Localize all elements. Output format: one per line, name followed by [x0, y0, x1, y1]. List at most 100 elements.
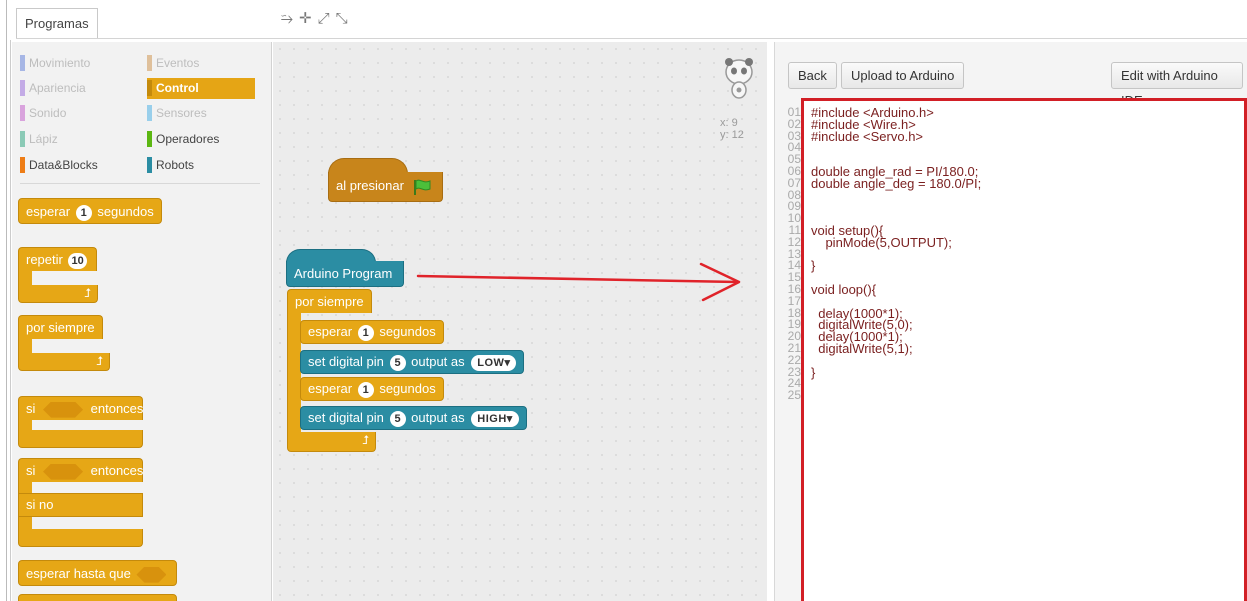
- code-editor[interactable]: #include <Arduino.h> #include <Wire.h> #in…: [811, 106, 982, 402]
- condition-slot[interactable]: [43, 402, 83, 418]
- grow-icon[interactable]: ⤢: [318, 10, 330, 28]
- block-palette: Movimiento Eventos Apariencia Control So…: [12, 42, 272, 601]
- x-coordinate: x: 9: [720, 117, 738, 129]
- block-number-input[interactable]: 10: [68, 252, 87, 269]
- block-number-input[interactable]: 1: [357, 324, 374, 341]
- category-color-bar: [147, 131, 152, 147]
- category-movimiento[interactable]: Movimiento: [20, 54, 90, 72]
- level-dropdown[interactable]: HIGH▾: [471, 410, 519, 427]
- arduino-program-hat[interactable]: Arduino Program: [286, 261, 404, 287]
- dropdown-value: HIGH: [477, 412, 507, 425]
- block-number-input[interactable]: 5: [389, 410, 406, 427]
- upload-to-arduino-button[interactable]: Upload to Arduino: [841, 62, 965, 89]
- category-label: Apariencia: [29, 81, 86, 95]
- category-sensores[interactable]: Sensores: [147, 104, 207, 122]
- block-label: esperar: [308, 324, 353, 339]
- category-control[interactable]: Control: [147, 78, 255, 99]
- set-digital-pin-block[interactable]: set digital pin 5 output as LOW▾: [300, 350, 525, 374]
- set-digital-pin-block[interactable]: set digital pin 5 output as HIGH▾: [300, 406, 527, 430]
- block-else-bar: si no: [18, 493, 143, 517]
- category-color-bar: [147, 105, 152, 121]
- block-label: entonces: [90, 463, 144, 478]
- block-label: Arduino Program: [294, 266, 393, 281]
- block-label: si: [26, 401, 36, 416]
- category-color-bar: [20, 80, 25, 96]
- category-data-blocks[interactable]: Data&Blocks: [20, 156, 98, 174]
- hat-body: al presionar: [328, 172, 443, 202]
- block-c-top: si entonces: [18, 396, 143, 420]
- category-label: Movimiento: [29, 56, 91, 70]
- category-robots[interactable]: Robots: [147, 156, 194, 174]
- category-label: Control: [156, 81, 199, 95]
- shrink-icon[interactable]: ⤡: [336, 10, 348, 28]
- block-label: output as: [411, 410, 465, 425]
- category-color-bar: [147, 80, 152, 96]
- loop-arrow-icon: ⮥: [83, 286, 91, 300]
- category-eventos[interactable]: Eventos: [147, 54, 199, 72]
- category-label: Operadores: [156, 132, 220, 146]
- block-c-top: repetir 10: [18, 247, 97, 271]
- loop-arrow-icon: ⮥: [95, 354, 103, 368]
- code-line: }: [811, 364, 816, 380]
- palette-block-wait-until[interactable]: esperar hasta que: [18, 560, 177, 586]
- panda-sprite-icon[interactable]: [724, 56, 754, 108]
- category-label: Robots: [156, 158, 195, 172]
- category-lapiz[interactable]: Lápiz: [20, 130, 58, 148]
- edit-with-arduino-ide-button[interactable]: Edit with Arduino IDE: [1111, 62, 1243, 108]
- block-label: esperar: [308, 381, 353, 396]
- block-label: segundos: [379, 381, 436, 396]
- block-number-input[interactable]: 1: [357, 381, 374, 398]
- stamp-icon[interactable]: ⭇: [281, 10, 293, 28]
- category-label: Eventos: [156, 56, 200, 70]
- block-label: esperar: [26, 204, 71, 219]
- category-color-bar: [20, 157, 25, 173]
- palette-divider: [20, 183, 260, 184]
- condition-slot[interactable]: [43, 464, 83, 480]
- block-c-top: por siempre: [18, 315, 103, 339]
- wait-block[interactable]: esperar 1 segundos: [300, 377, 444, 401]
- code-line: digitalWrite(5,1);: [811, 340, 913, 356]
- left-edge-rule: [6, 0, 7, 601]
- palette-block-wait[interactable]: esperar 1 segundos: [18, 198, 162, 224]
- loop-arrow-icon: ⮥: [361, 433, 369, 447]
- dropdown-value: LOW: [477, 356, 505, 369]
- category-color-bar: [20, 131, 25, 147]
- code-line: }: [811, 258, 816, 274]
- back-button[interactable]: Back: [788, 62, 837, 89]
- green-flag-icon: [413, 179, 431, 195]
- sprite-toolbar: ⭇ ✛ ⤢ ⤡: [281, 10, 348, 28]
- wait-block[interactable]: esperar 1 segundos: [300, 320, 444, 344]
- condition-slot[interactable]: [136, 567, 166, 583]
- level-dropdown[interactable]: LOW▾: [471, 354, 517, 371]
- script-canvas[interactable]: al presionar Arduino Program por siempre…: [273, 42, 767, 601]
- block-number-input[interactable]: 1: [75, 204, 92, 221]
- category-color-bar: [20, 55, 25, 71]
- code-line: pinMode(5,OUTPUT);: [811, 234, 952, 250]
- forever-block[interactable]: por siempre: [287, 289, 372, 313]
- block-number-input[interactable]: 5: [389, 354, 406, 371]
- category-color-bar: [147, 157, 152, 173]
- block-label: entonces: [90, 401, 144, 416]
- category-apariencia[interactable]: Apariencia: [20, 79, 86, 97]
- category-label: Lápiz: [29, 132, 58, 146]
- scissors-icon[interactable]: ✛: [299, 10, 312, 28]
- left-edge-rule-inner: [10, 40, 11, 601]
- category-operadores[interactable]: Operadores: [147, 130, 219, 148]
- block-label: segundos: [97, 204, 154, 219]
- forever-c-mouth: [287, 313, 301, 433]
- block-label: por siempre: [295, 294, 364, 309]
- code-line-numbers: 01 02 03 04 05 06 07 08 09 10 11 12 13 14 15 16 17 18 19 20…: [781, 106, 801, 402]
- category-sonido[interactable]: Sonido: [20, 104, 66, 122]
- palette-block-partial[interactable]: [18, 594, 177, 601]
- tab-programs[interactable]: Programas: [16, 8, 98, 38]
- block-label: si: [26, 463, 36, 478]
- category-label: Sonido: [29, 106, 67, 120]
- block-label: set digital pin: [308, 410, 384, 425]
- category-color-bar: [20, 105, 25, 121]
- code-line: double angle_deg = 180.0/PI;: [811, 175, 982, 191]
